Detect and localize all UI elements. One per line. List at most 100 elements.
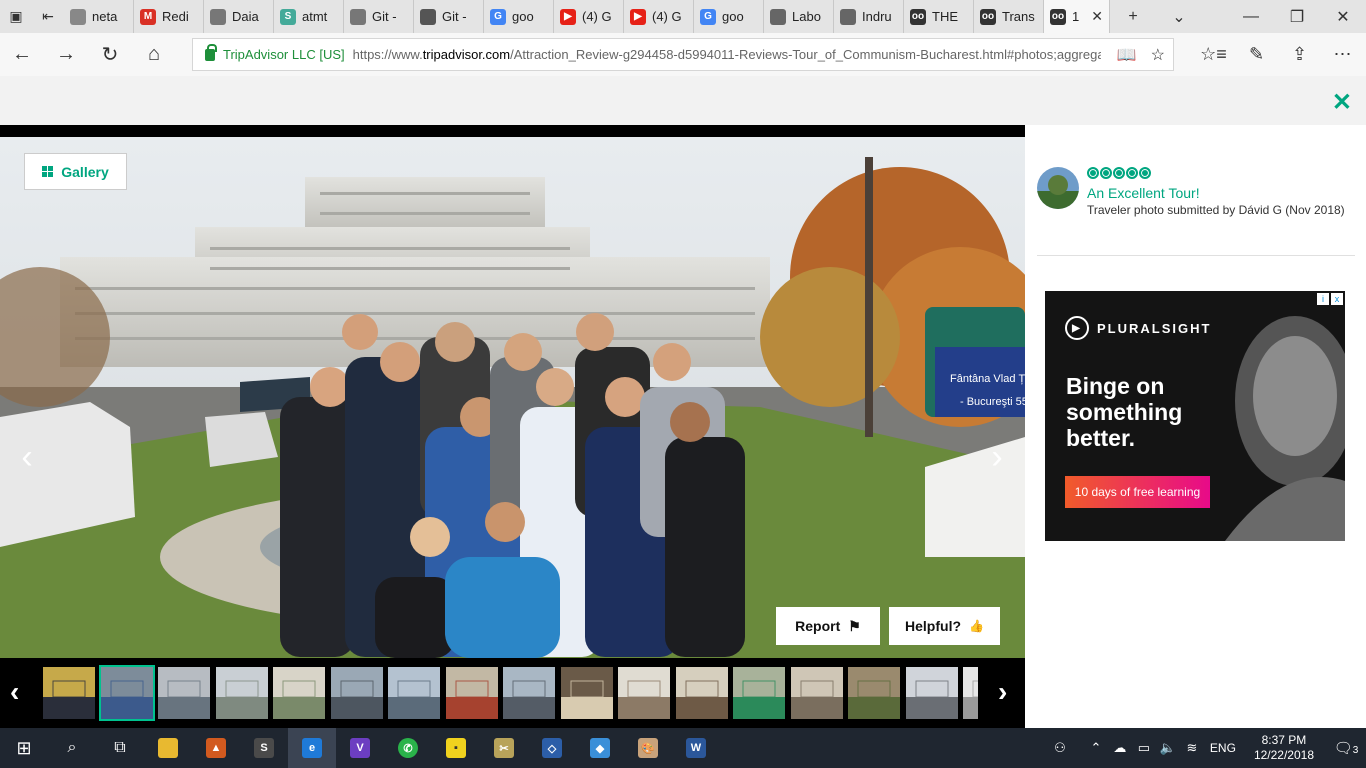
close-viewer-button[interactable]: ✕ bbox=[1332, 88, 1352, 117]
browser-tab[interactable]: Ggoo bbox=[484, 0, 554, 33]
pluralsight-ad[interactable]: i x ▶ PLURALSIGHT Binge on something bet… bbox=[1045, 291, 1345, 541]
browser-tab[interactable]: oo 1 ✕ bbox=[1044, 0, 1110, 33]
review-title[interactable]: An Excellent Tour! bbox=[1087, 185, 1200, 201]
browser-tab[interactable]: ▶ (4) G bbox=[554, 0, 624, 33]
reading-view-icon[interactable]: 📖 bbox=[1117, 45, 1137, 65]
task-view-button[interactable]: ⧉ bbox=[96, 728, 144, 768]
photo-thumbnail[interactable] bbox=[503, 667, 555, 719]
ad-cta-button[interactable]: 10 days of free learning bbox=[1065, 476, 1210, 508]
action-center-button[interactable]: 🗨3 bbox=[1326, 739, 1366, 757]
app-tools-button[interactable]: ✂ bbox=[480, 728, 528, 768]
paint-button[interactable]: 🎨 bbox=[624, 728, 672, 768]
photo-thumbnail[interactable] bbox=[98, 665, 155, 721]
tab-actions-icon[interactable]: ▣ bbox=[0, 0, 32, 33]
browser-tab[interactable]: Ggoo bbox=[694, 0, 764, 33]
photo-thumbnail[interactable] bbox=[905, 667, 958, 719]
reviewer-avatar[interactable] bbox=[1037, 167, 1079, 209]
previous-photo-button[interactable]: ‹ bbox=[0, 419, 54, 495]
photo-thumbnail[interactable] bbox=[618, 667, 670, 719]
browser-tab[interactable]: ▶ (4) G bbox=[624, 0, 694, 33]
tab-preview-chevron-icon[interactable]: ⌄ bbox=[1156, 0, 1202, 33]
wifi-icon[interactable]: ≋ bbox=[1180, 740, 1204, 756]
search-button[interactable]: ⌕ bbox=[48, 728, 96, 768]
app-diamond-button[interactable]: ◆ bbox=[576, 728, 624, 768]
photo-thumbnail[interactable] bbox=[848, 667, 900, 719]
matlab-button[interactable]: ▲ bbox=[192, 728, 240, 768]
site-identity[interactable]: TripAdvisor LLC [US] bbox=[223, 47, 345, 62]
maximize-button[interactable]: ❐ bbox=[1274, 0, 1320, 33]
url-text: https://www.tripadvisor.com/Attraction_R… bbox=[353, 47, 1101, 62]
close-window-button[interactable]: ✕ bbox=[1320, 0, 1366, 33]
helpful-button[interactable]: Helpful? 👍 bbox=[889, 607, 1000, 645]
thumbnail-image bbox=[100, 667, 153, 719]
ad-close-icon[interactable]: x bbox=[1331, 293, 1343, 305]
onedrive-cloud-icon[interactable]: ☁ bbox=[1108, 740, 1132, 756]
url-field[interactable]: TripAdvisor LLC [US] https://www.tripadv… bbox=[192, 38, 1174, 71]
pen-icon[interactable]: ✎ bbox=[1235, 44, 1278, 65]
more-menu-icon[interactable]: ⋯ bbox=[1321, 44, 1364, 65]
favorite-star-icon[interactable]: ☆ bbox=[1151, 45, 1165, 65]
sticky-notes-button[interactable]: ▪ bbox=[432, 728, 480, 768]
browser-tab[interactable]: Git - bbox=[344, 0, 414, 33]
share-icon[interactable]: ⇪ bbox=[1278, 44, 1321, 65]
photo-thumbnail[interactable] bbox=[330, 667, 383, 719]
refresh-button[interactable]: ↻ bbox=[88, 33, 132, 76]
edge-button[interactable]: e bbox=[288, 728, 336, 768]
ad-info-icon[interactable]: i bbox=[1317, 293, 1329, 305]
photo-thumbnail[interactable] bbox=[388, 667, 440, 719]
photo-thumbnail[interactable] bbox=[215, 667, 268, 719]
browser-tab[interactable]: oo Trans bbox=[974, 0, 1044, 33]
visual-studio-button[interactable]: V bbox=[336, 728, 384, 768]
file-explorer-button[interactable] bbox=[144, 728, 192, 768]
battery-icon[interactable]: ▭ bbox=[1132, 740, 1156, 756]
sublime-icon: S bbox=[254, 738, 274, 758]
browser-tab[interactable]: neta bbox=[64, 0, 134, 33]
photo-thumbnail[interactable] bbox=[273, 667, 325, 719]
language-indicator[interactable]: ENG bbox=[1204, 741, 1242, 755]
start-button[interactable]: ⊞ bbox=[0, 728, 48, 768]
favorites-hub-icon[interactable]: ☆≡ bbox=[1192, 44, 1235, 65]
clock[interactable]: 8:37 PM 12/22/2018 bbox=[1242, 733, 1326, 763]
sublime-button[interactable]: S bbox=[240, 728, 288, 768]
forward-button[interactable]: → bbox=[44, 33, 88, 76]
photo-thumbnail[interactable] bbox=[560, 667, 613, 719]
close-tab-icon[interactable]: ✕ bbox=[1091, 8, 1103, 25]
tab-favicon-icon: oo bbox=[980, 8, 996, 25]
clock-date: 12/22/2018 bbox=[1253, 748, 1314, 762]
photo-thumbnail[interactable] bbox=[733, 667, 785, 719]
photo-thumbnail[interactable] bbox=[675, 667, 728, 719]
minimize-button[interactable]: — bbox=[1228, 0, 1274, 33]
filmstrip-prev-button[interactable]: ‹ bbox=[10, 676, 19, 708]
browser-tab[interactable]: Git - bbox=[414, 0, 484, 33]
browser-tab[interactable]: Indru bbox=[834, 0, 904, 33]
browser-tab[interactable]: M Redi bbox=[134, 0, 204, 33]
show-hidden-icons-chevron-icon[interactable]: ⌃ bbox=[1084, 740, 1108, 756]
people-icon[interactable]: ⚇ bbox=[1048, 740, 1072, 756]
photo-thumbnail[interactable] bbox=[963, 667, 978, 719]
ad-choices[interactable]: i x bbox=[1317, 293, 1343, 305]
volume-icon[interactable]: 🔈 bbox=[1156, 740, 1180, 756]
tab-label: (4) G bbox=[582, 9, 612, 24]
browser-tab[interactable]: oo THE bbox=[904, 0, 974, 33]
report-button[interactable]: Report ⚑ bbox=[776, 607, 880, 645]
diamond-app-icon: ◆ bbox=[590, 738, 610, 758]
gallery-button[interactable]: Gallery bbox=[24, 153, 127, 190]
browser-tab[interactable]: Labo bbox=[764, 0, 834, 33]
word-button[interactable]: W bbox=[672, 728, 720, 768]
filmstrip-next-button[interactable]: › bbox=[998, 676, 1007, 708]
whatsapp-button[interactable]: ✆ bbox=[384, 728, 432, 768]
next-photo-button[interactable]: › bbox=[970, 419, 1024, 495]
home-button[interactable]: ⌂ bbox=[132, 33, 176, 76]
thumbnail-image bbox=[215, 667, 268, 719]
back-button[interactable]: ← bbox=[0, 33, 44, 76]
photo-thumbnail[interactable] bbox=[43, 667, 95, 719]
new-tab-button[interactable]: + bbox=[1110, 0, 1156, 33]
photo-thumbnail[interactable] bbox=[445, 667, 498, 719]
photo-thumbnail[interactable] bbox=[158, 667, 210, 719]
browser-tab[interactable]: Daia bbox=[204, 0, 274, 33]
photo-thumbnail[interactable] bbox=[790, 667, 843, 719]
browser-tab[interactable]: Satmt bbox=[274, 0, 344, 33]
virtualbox-button[interactable]: ◇ bbox=[528, 728, 576, 768]
set-aside-tabs-icon[interactable]: ⇤ bbox=[32, 0, 64, 33]
windows-taskbar: ⊞ ⌕ ⧉ ▲ S e V ✆ ▪ ✂ ◇ ◆ 🎨 W ⚇ ⌃ ☁ ▭ 🔈 ≋ … bbox=[0, 728, 1366, 768]
